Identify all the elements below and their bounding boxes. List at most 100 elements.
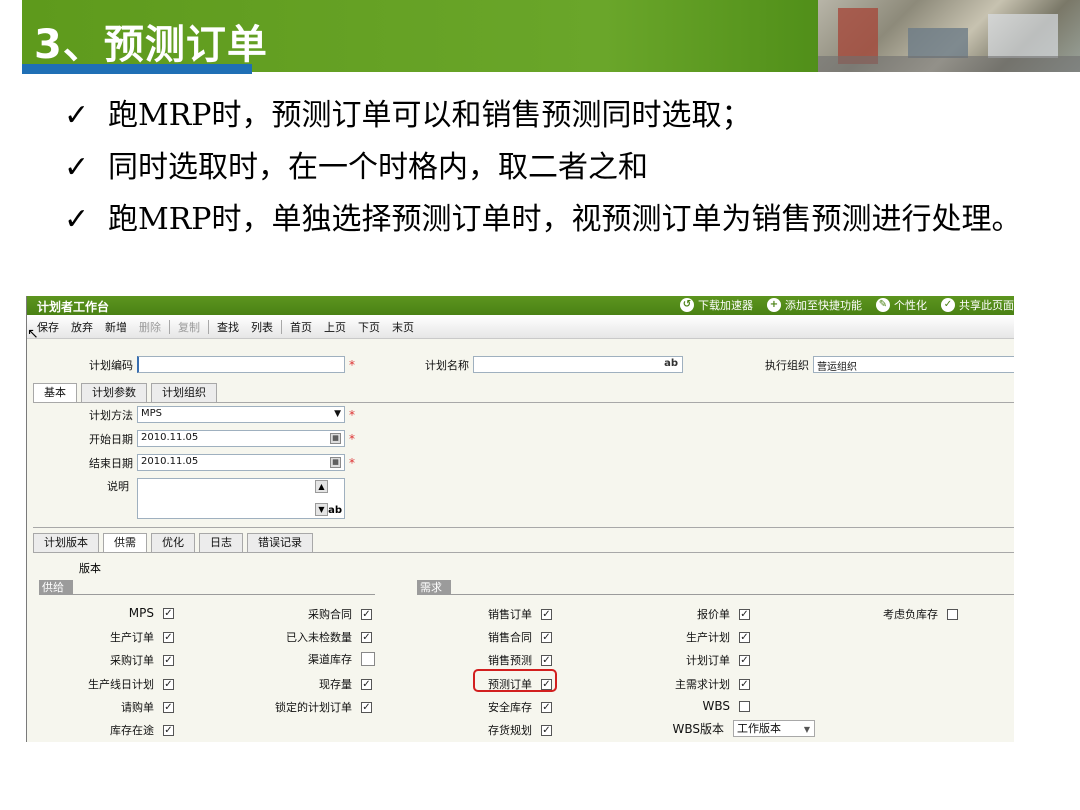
checkbox-checked[interactable]: ✓: [361, 678, 372, 690]
plan-code-input[interactable]: [137, 356, 345, 373]
checkbox-checked[interactable]: ✓: [163, 654, 174, 666]
checkbox-checked[interactable]: ✓: [163, 607, 174, 619]
next-page-button[interactable]: 下页: [352, 319, 386, 335]
plan-name-input[interactable]: ab: [473, 356, 683, 373]
plan-code-row: 计划编码 *: [27, 356, 355, 373]
checkbox-checked[interactable]: ✓: [163, 724, 174, 736]
wbs-version-select[interactable]: 工作版本 ▼: [733, 720, 815, 737]
checkbox-checked[interactable]: ✓: [163, 701, 174, 713]
plus-icon: +: [767, 298, 781, 312]
checkbox-quotation[interactable]: 报价单 ✓: [627, 606, 750, 622]
add-shortcut-link[interactable]: + 添加至快捷功能: [767, 297, 862, 313]
tab-plan-version[interactable]: 计划版本: [33, 533, 99, 552]
required-mark: *: [349, 431, 355, 446]
tab-log[interactable]: 日志: [199, 533, 243, 552]
tab-plan-params[interactable]: 计划参数: [81, 383, 147, 402]
supply-section-line: [39, 594, 375, 595]
checkbox-unchecked[interactable]: [947, 608, 958, 620]
download-accelerator-link[interactable]: ↺ 下载加速器: [680, 297, 753, 313]
checkbox-checked[interactable]: ✓: [739, 654, 750, 666]
app-titlebar: 计划者工作台 ↺ 下载加速器 + 添加至快捷功能 ✎ 个性化 ✓ 共享此页面: [27, 296, 1014, 315]
discard-button[interactable]: 放弃: [65, 319, 99, 335]
checkbox-purchase-order[interactable]: 采购订单 ✓: [27, 652, 174, 668]
copy-button[interactable]: 复制: [172, 319, 206, 335]
end-date-label: 结束日期: [89, 456, 133, 470]
checkbox-inventory-planning[interactable]: 存货规划 ✓: [427, 722, 552, 738]
checkbox-checked[interactable]: ✓: [739, 631, 750, 643]
checkbox-checked[interactable]: ✓: [163, 678, 174, 690]
checkbox-locked-planned-order[interactable]: 锁定的计划订单 ✓: [217, 699, 372, 715]
dropdown-arrow-icon: ▼: [334, 409, 341, 419]
last-page-button[interactable]: 末页: [386, 319, 420, 335]
personalize-link[interactable]: ✎ 个性化: [876, 297, 927, 313]
checkbox-mps[interactable]: MPS ✓: [27, 606, 174, 620]
scroll-up-icon[interactable]: ▲: [315, 480, 328, 493]
checkbox-safety-stock[interactable]: 安全库存 ✓: [427, 699, 552, 715]
checkbox-consider-negative-stock[interactable]: 考虑负库存: [827, 606, 958, 622]
slide-title: 3、预测订单: [34, 22, 268, 68]
forecast-order-highlight: [473, 669, 557, 692]
checkbox-checked[interactable]: ✓: [739, 678, 750, 690]
checkbox-in-transit[interactable]: 库存在途 ✓: [27, 722, 174, 738]
planner-workbench-window: 计划者工作台 ↺ 下载加速器 + 添加至快捷功能 ✎ 个性化 ✓ 共享此页面 保存 放弃…: [26, 296, 1014, 742]
tab-plan-org[interactable]: 计划组织: [151, 383, 217, 402]
ab-icon: ab: [664, 358, 678, 369]
new-button[interactable]: 新增: [99, 319, 133, 335]
checkbox-requisition[interactable]: 请购单 ✓: [27, 699, 174, 715]
app-title: 计划者工作台: [37, 300, 110, 314]
plan-name-row: 计划名称 ab: [413, 356, 683, 373]
start-date-input[interactable]: 2010.11.05 ▦: [137, 430, 345, 447]
checkbox-on-hand[interactable]: 现存量 ✓: [217, 676, 372, 692]
scroll-down-icon[interactable]: ▼: [315, 503, 328, 516]
tab-optimize[interactable]: 优化: [151, 533, 195, 552]
checkbox-checked[interactable]: ✓: [361, 701, 372, 713]
calendar-icon[interactable]: ▦: [330, 457, 341, 468]
checkbox-checked[interactable]: ✓: [541, 654, 552, 666]
checkbox-checked[interactable]: ✓: [541, 608, 552, 620]
checkbox-received-uninspected[interactable]: 已入未检数量 ✓: [217, 629, 372, 645]
checkbox-checked[interactable]: ✓: [541, 631, 552, 643]
first-page-button[interactable]: 首页: [284, 319, 318, 335]
checkbox-sales-forecast[interactable]: 销售预测 ✓: [427, 652, 552, 668]
checkbox-sales-order[interactable]: 销售订单 ✓: [427, 606, 552, 622]
delete-button[interactable]: 删除: [133, 319, 167, 335]
plan-method-select[interactable]: MPS ▼: [137, 406, 345, 423]
end-date-row: 结束日期 2010.11.05 ▦ *: [27, 454, 355, 471]
checkbox-checked[interactable]: ✓: [541, 701, 552, 713]
checkbox-production-plan[interactable]: 生产计划 ✓: [627, 629, 750, 645]
checkbox-checked[interactable]: ✓: [541, 724, 552, 736]
checkbox-checked[interactable]: ✓: [361, 608, 372, 620]
checkbox-channel-stock[interactable]: 渠道库存: [217, 651, 375, 667]
end-date-input[interactable]: 2010.11.05 ▦: [137, 454, 345, 471]
checkbox-unchecked[interactable]: [739, 700, 750, 712]
org-input[interactable]: 营运组织: [813, 356, 1014, 373]
checkbox-checked[interactable]: ✓: [361, 631, 372, 643]
description-row: 说明: [27, 478, 133, 494]
bullet-text: 跑MRP时，单独选择预测订单时，视预测订单为销售预测进行处理。: [108, 202, 1022, 237]
checkbox-unchecked[interactable]: [361, 652, 375, 666]
find-button[interactable]: 查找: [211, 319, 245, 335]
tab-error-log[interactable]: 错误记录: [247, 533, 313, 552]
tab-basic[interactable]: 基本: [33, 383, 77, 402]
checkmark-icon: ✓: [64, 202, 90, 237]
slide-header: 3、预测订单: [22, 0, 1080, 72]
calendar-icon[interactable]: ▦: [330, 433, 341, 444]
tab-supply-demand[interactable]: 供需: [103, 533, 147, 552]
list-button[interactable]: 列表: [245, 319, 279, 335]
checkbox-production-order[interactable]: 生产订单 ✓: [27, 629, 174, 645]
checkbox-sales-contract[interactable]: 销售合同 ✓: [427, 629, 552, 645]
description-textarea[interactable]: ▲ ▼ ab: [137, 478, 345, 519]
prev-page-button[interactable]: 上页: [318, 319, 352, 335]
checkbox-wbs[interactable]: WBS: [627, 699, 750, 713]
check-icon: ✓: [941, 298, 955, 312]
checkbox-purchase-contract[interactable]: 采购合同 ✓: [217, 606, 372, 622]
required-mark: *: [349, 407, 355, 422]
checkbox-planned-order[interactable]: 计划订单 ✓: [627, 652, 750, 668]
checkbox-checked[interactable]: ✓: [739, 608, 750, 620]
bullet-text: 同时选取时，在一个时格内，取二者之和: [108, 150, 648, 185]
checkbox-checked[interactable]: ✓: [163, 631, 174, 643]
checkbox-line-daily-plan[interactable]: 生产线日计划 ✓: [27, 676, 174, 692]
start-date-row: 开始日期 2010.11.05 ▦ *: [27, 430, 355, 447]
share-page-link[interactable]: ✓ 共享此页面: [941, 297, 1014, 313]
checkbox-master-demand-plan[interactable]: 主需求计划 ✓: [627, 676, 750, 692]
